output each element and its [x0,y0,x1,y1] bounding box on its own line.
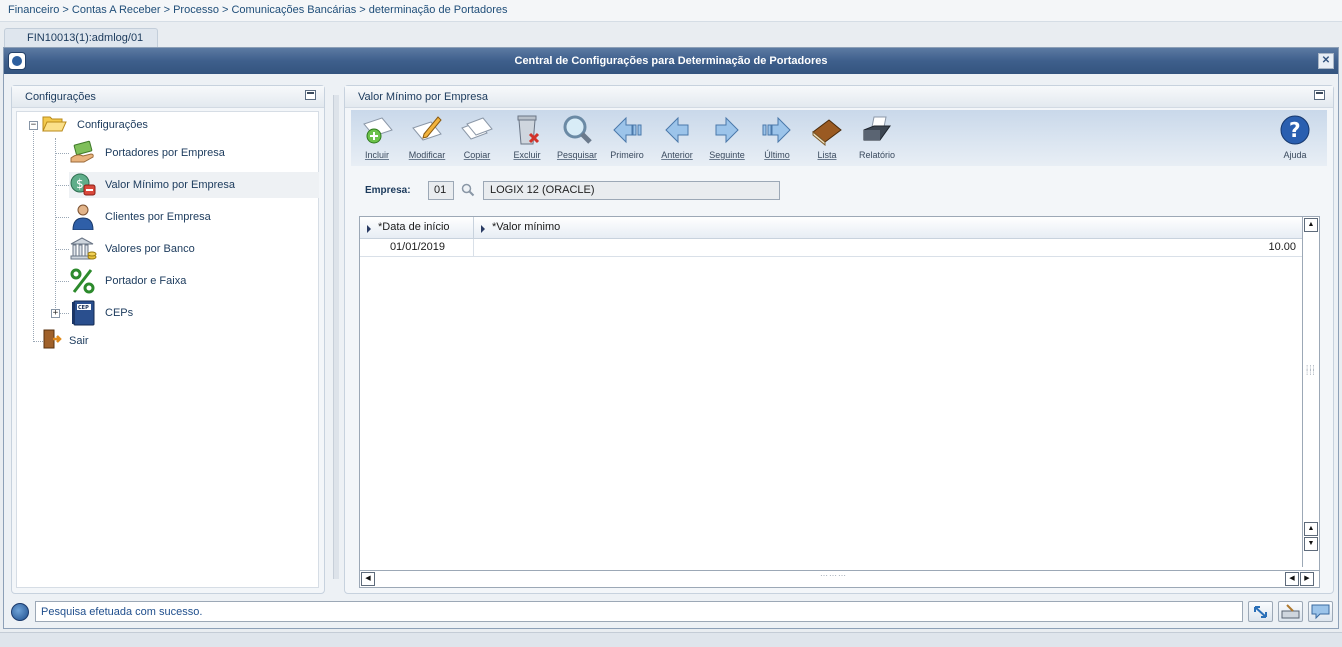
configuracoes-panel-title: Configurações [25,91,96,103]
configuracoes-panel: Configurações − Configurações Portadores… [11,85,325,594]
window-titlebar: Central de Configurações para Determinaç… [4,48,1338,74]
printer-icon [860,114,894,146]
main-window: Central de Configurações para Determinaç… [3,47,1339,629]
totvs-logo-icon [8,52,26,70]
tree-collapse-toggle[interactable]: − [29,121,38,130]
relatorio-button[interactable]: Relatório [851,114,903,164]
close-window-button[interactable]: ✕ [1318,53,1334,69]
vertical-scrollbar[interactable]: ▲ ⁞⁞⁞ ⁞⁞⁞ ▲ ▼ [1302,217,1319,567]
tree-item-label: Portadores por Empresa [105,147,225,159]
program-tab[interactable]: FIN10013(1):admlog/01 [4,28,158,47]
scroll-right-button[interactable]: ◀ [1285,572,1299,586]
person-icon [69,204,97,231]
status-message: Pesquisa efetuada com sucesso. [35,601,1243,622]
scroll-grip-icon: ⋯⋯⋯ [820,571,847,580]
empresa-search-icon[interactable] [461,183,475,197]
trash-icon [510,114,544,146]
tree-item-sair[interactable]: Sair [41,328,241,354]
previous-arrow-icon [660,114,694,146]
tree-item-label: Clientes por Empresa [105,211,211,223]
tree-item-valores-por-banco[interactable]: Valores por Banco [69,236,319,262]
tree-item-label: Portador e Faixa [105,275,187,287]
toolbar: Incluir Modificar Copiar Excluir Pesquis… [351,110,1327,166]
valor-minimo-panel-title: Valor Mínimo por Empresa [358,91,489,103]
column-header-data-inicio[interactable]: *Data de início [360,217,474,239]
scroll-up-button[interactable]: ▲ [1304,218,1318,232]
status-logo-icon [11,603,29,621]
ajuda-button[interactable]: ? Ajuda [1269,114,1321,164]
scroll-down-button[interactable]: ▲ [1304,522,1318,536]
next-arrow-icon [710,114,744,146]
grid-header: *Data de início *Valor mínimo [360,217,1302,239]
horizontal-scrollbar[interactable]: ◀ ⋯⋯⋯ ◀ ▶ [360,570,1319,587]
config-tree: − Configurações Portadores por Empresa $… [16,111,319,588]
money-hand-icon [69,140,97,166]
scroll-down-button[interactable]: ▼ [1304,537,1318,551]
excluir-button[interactable]: Excluir [501,114,553,164]
table-row[interactable]: 01/01/2019 10.00 [360,239,1302,257]
bottom-taskbar [0,632,1342,647]
tree-item-portador-e-faixa[interactable]: Portador e Faixa [69,268,319,294]
magnifier-icon [560,114,594,146]
modificar-button[interactable]: Modificar [401,114,453,164]
pesquisar-button[interactable]: Pesquisar [551,114,603,164]
cep-book-icon: CEP [69,300,97,326]
primeiro-button[interactable]: Primeiro [601,114,653,164]
tree-root-label: Configurações [77,119,148,131]
empresa-label: Empresa: [365,185,411,196]
minimize-panel-icon[interactable] [1314,90,1325,100]
bank-icon [69,236,97,262]
empresa-code-field[interactable]: 01 [428,181,454,200]
last-arrow-icon [760,114,794,146]
tree-expand-toggle[interactable]: + [51,309,60,318]
column-header-valor-minimo[interactable]: *Valor mínimo [474,217,1302,239]
tree-root-configuracoes[interactable]: Configurações [41,112,311,138]
lista-button[interactable]: Lista [801,114,853,164]
edit-document-icon [410,114,444,146]
copy-icon [460,114,494,146]
ultimo-button[interactable]: Último [751,114,803,164]
exit-door-icon [41,328,63,354]
tree-item-label: CEPs [105,307,134,319]
empresa-name-field: LOGIX 12 (ORACLE) [483,181,780,200]
tree-item-label: Valores por Banco [105,243,195,255]
add-document-icon [360,114,394,146]
svg-text:CEP: CEP [78,305,89,311]
cell-data-inicio[interactable]: 01/01/2019 [360,239,474,257]
window-title: Central de Configurações para Determinaç… [514,55,828,67]
message-button[interactable] [1308,601,1333,622]
tree-item-portadores-por-empresa[interactable]: Portadores por Empresa [69,140,319,166]
tree-item-valor-minimo-por-empresa[interactable]: $ Valor Mínimo por Empresa [69,172,319,198]
help-icon: ? [1278,114,1312,146]
copiar-button[interactable]: Copiar [451,114,503,164]
tree-item-label: Valor Mínimo por Empresa [105,179,236,191]
status-bar: Pesquisa efetuada com sucesso. [8,600,1336,624]
panel-splitter[interactable] [330,95,341,579]
breadcrumb: Financeiro > Contas A Receber > Processo… [0,0,1342,22]
valor-minimo-grid: *Data de início *Valor mínimo 01/01/2019… [359,216,1320,588]
seguinte-button[interactable]: Seguinte [701,114,753,164]
percent-icon [69,268,97,294]
minimize-panel-icon[interactable] [305,90,316,100]
first-arrow-icon [610,114,644,146]
anterior-button[interactable]: Anterior [651,114,703,164]
folder-open-icon [41,112,69,138]
keyboard-button[interactable] [1278,601,1303,622]
tree-item-clientes-por-empresa[interactable]: Clientes por Empresa [69,204,319,231]
scroll-grip-icon: ⁞⁞⁞ ⁞⁞⁞ [1306,364,1316,377]
valor-minimo-panel-header: Valor Mínimo por Empresa [345,86,1333,108]
book-list-icon [810,114,844,147]
valor-minimo-panel: Valor Mínimo por Empresa Incluir Modific… [344,85,1334,594]
incluir-button[interactable]: Incluir [351,114,403,164]
tree-item-ceps[interactable]: CEP CEPs [69,300,319,326]
cell-valor-minimo[interactable]: 10.00 [474,239,1300,257]
svg-text:?: ? [1289,118,1301,142]
configuracoes-panel-header: Configurações [12,86,324,108]
scroll-left-button[interactable]: ◀ [361,572,375,586]
tree-item-label: Sair [69,335,89,347]
scroll-right-button[interactable]: ▶ [1300,572,1314,586]
resize-button[interactable] [1248,601,1273,622]
money-minus-icon: $ [69,172,97,198]
svg-text:$: $ [76,177,84,191]
